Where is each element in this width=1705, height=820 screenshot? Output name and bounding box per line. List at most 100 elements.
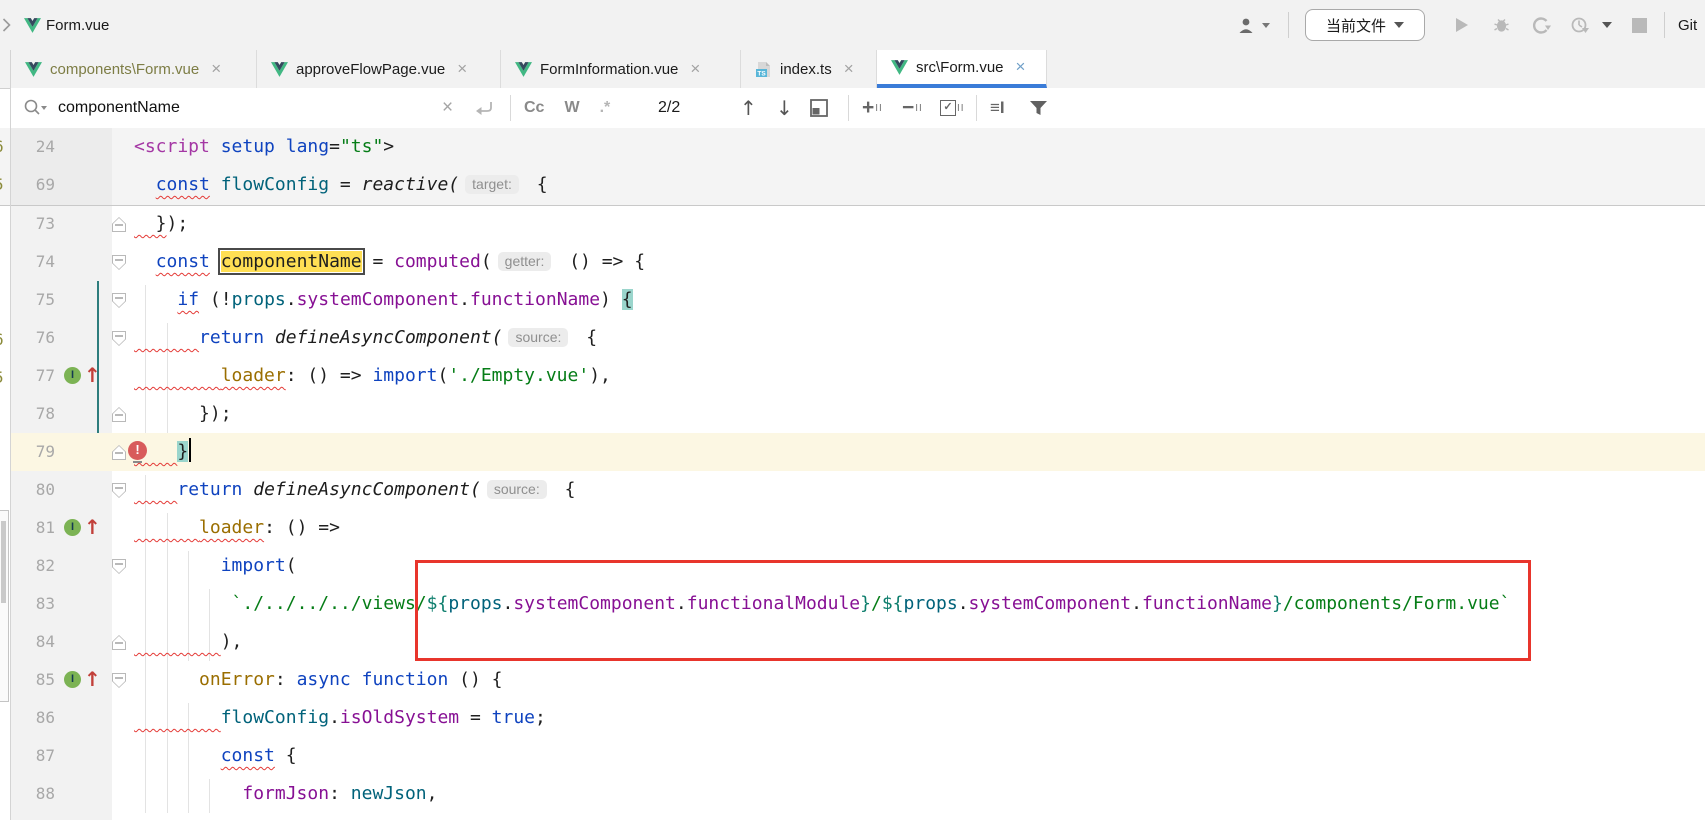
- vue-file-icon: [25, 62, 42, 77]
- line-number[interactable]: 78: [11, 395, 55, 433]
- new-line-icon[interactable]: [474, 88, 496, 128]
- tab-index-ts[interactable]: TSindex.ts×: [741, 50, 877, 88]
- sliver-digit: 5: [0, 368, 4, 387]
- line-number[interactable]: 85: [11, 661, 55, 699]
- remove-selection-icon[interactable]: −II: [902, 88, 923, 128]
- close-tab-icon[interactable]: ×: [211, 59, 221, 79]
- navigate-up-gutter-icon[interactable]: ↑: [84, 514, 101, 540]
- line-number[interactable]: 83: [11, 585, 55, 623]
- ide-window: Form.vue 当前文件: [0, 0, 1705, 820]
- parameter-hint-inlay: source:: [487, 480, 547, 499]
- code-editor[interactable]: 73 });74 const componentName = computed(…: [0, 128, 1705, 820]
- code-text[interactable]: formJson: newJson,: [113, 775, 437, 813]
- line-number[interactable]: 76: [11, 319, 55, 357]
- text-caret: [189, 438, 191, 462]
- title-bar: Form.vue 当前文件: [0, 0, 1705, 51]
- line-number[interactable]: 86: [11, 699, 55, 737]
- tab-approveflowpage-vue[interactable]: approveFlowPage.vue×: [257, 50, 501, 88]
- code-line-86: 86 flowConfig.isOldSystem = true;: [11, 699, 1705, 737]
- tab-forminformation-vue[interactable]: FormInformation.vue×: [501, 50, 741, 88]
- select-all-occurrences-icon[interactable]: ✓II: [940, 88, 965, 128]
- code-text[interactable]: loader: () => import('./Empty.vue'),: [113, 357, 611, 395]
- coverage-icon[interactable]: [1532, 0, 1551, 50]
- implemented-gutter-icon[interactable]: I: [64, 671, 81, 688]
- line-number[interactable]: 80: [11, 471, 55, 509]
- vue-file-icon: [271, 62, 288, 77]
- navigate-up-gutter-icon[interactable]: ↑: [84, 666, 101, 692]
- code-text[interactable]: onError: async function () {: [113, 661, 503, 699]
- stop-icon[interactable]: [1632, 0, 1647, 50]
- line-number[interactable]: 69: [11, 166, 55, 204]
- code-line-88: 88 formJson: newJson,: [11, 775, 1705, 813]
- line-number[interactable]: 82: [11, 547, 55, 585]
- code-text[interactable]: const {: [113, 737, 297, 775]
- match-case-toggle[interactable]: Cc: [524, 99, 544, 117]
- code-text[interactable]: if (!props.systemComponent.functionName)…: [113, 281, 633, 319]
- code-line-24: 24 <script setup lang="ts">: [11, 128, 1705, 166]
- breadcrumb-file-name[interactable]: Form.vue: [46, 0, 109, 50]
- profiler-icon[interactable]: [1570, 0, 1590, 50]
- regex-toggle[interactable]: .*: [600, 99, 611, 117]
- user-icon[interactable]: [1238, 0, 1270, 50]
- sliver-scrollbar[interactable]: [0, 510, 9, 702]
- code-line-74: 74 const componentName = computed(getter…: [11, 243, 1705, 281]
- parameter-hint-inlay: source:: [508, 328, 568, 347]
- implemented-gutter-icon[interactable]: I: [64, 367, 81, 384]
- profiler-dropdown-arrow-icon[interactable]: [1602, 0, 1612, 50]
- close-tab-icon[interactable]: ×: [844, 59, 854, 79]
- code-text[interactable]: return defineAsyncComponent(source: {: [113, 319, 597, 357]
- line-number[interactable]: 77: [11, 357, 55, 395]
- close-tab-icon[interactable]: ×: [1016, 57, 1026, 77]
- line-number[interactable]: 73: [11, 205, 55, 243]
- open-results-in-tool-window-icon[interactable]: [810, 88, 828, 128]
- code-text[interactable]: flowConfig.isOldSystem = true;: [113, 699, 546, 737]
- code-line-73: 73 });: [11, 205, 1705, 243]
- run-configuration-select[interactable]: 当前文件: [1305, 9, 1425, 41]
- user-dropdown-arrow-icon: [1262, 23, 1270, 28]
- vue-file-icon: [891, 60, 908, 75]
- words-toggle[interactable]: W: [564, 99, 579, 117]
- filter-funnel-icon[interactable]: [1030, 88, 1047, 128]
- line-number[interactable]: 74: [11, 243, 55, 281]
- line-number[interactable]: 24: [11, 128, 55, 166]
- filter-lines-icon[interactable]: ≡I: [990, 88, 1005, 128]
- line-number[interactable]: 81: [11, 509, 55, 547]
- sliver-digit: 5: [0, 175, 4, 194]
- close-tab-icon[interactable]: ×: [457, 59, 467, 79]
- code-text[interactable]: ),: [113, 623, 242, 661]
- panel-divider[interactable]: [10, 50, 11, 820]
- add-selection-icon[interactable]: +II: [862, 88, 883, 128]
- sliver-scrollbar-thumb[interactable]: [1, 521, 6, 603]
- line-number[interactable]: 79: [11, 433, 55, 471]
- debug-icon[interactable]: [1492, 0, 1511, 50]
- annotation-red-box: [415, 560, 1531, 661]
- implemented-gutter-icon[interactable]: I: [64, 519, 81, 536]
- search-icon[interactable]: [22, 88, 48, 128]
- code-text[interactable]: });: [113, 395, 232, 433]
- close-tab-icon[interactable]: ×: [690, 59, 700, 79]
- run-icon[interactable]: [1452, 0, 1470, 50]
- line-number[interactable]: 84: [11, 623, 55, 661]
- code-text[interactable]: return defineAsyncComponent(source: {: [113, 471, 575, 509]
- code-text[interactable]: const flowConfig = reactive(target: {: [113, 166, 548, 204]
- code-line-76: 76 return defineAsyncComponent(source: {: [11, 319, 1705, 357]
- code-text[interactable]: loader: () =>: [113, 509, 340, 547]
- next-occurrence-icon[interactable]: ↓: [776, 88, 793, 128]
- code-text[interactable]: }: [113, 433, 191, 471]
- line-number[interactable]: 75: [11, 281, 55, 319]
- code-text[interactable]: <script setup lang="ts">: [113, 128, 394, 166]
- search-input[interactable]: componentName: [58, 88, 180, 128]
- line-number[interactable]: 88: [11, 775, 55, 813]
- line-number[interactable]: 87: [11, 737, 55, 775]
- navigate-up-gutter-icon[interactable]: ↑: [84, 362, 101, 388]
- code-text[interactable]: const componentName = computed(getter: (…: [113, 243, 645, 281]
- code-text[interactable]: });: [113, 205, 188, 243]
- clear-search-icon[interactable]: ×: [442, 88, 453, 128]
- code-text[interactable]: import(: [113, 547, 297, 585]
- tab-src-form-vue[interactable]: src\Form.vue×: [877, 50, 1047, 88]
- git-menu[interactable]: Git: [1678, 0, 1697, 50]
- previous-occurrence-icon[interactable]: ↑: [740, 88, 757, 128]
- editor-tab-strip: components\Form.vue×approveFlowPage.vue×…: [0, 50, 1705, 89]
- tab-label: index.ts: [780, 61, 832, 78]
- tab-components-form-vue[interactable]: components\Form.vue×: [11, 50, 257, 88]
